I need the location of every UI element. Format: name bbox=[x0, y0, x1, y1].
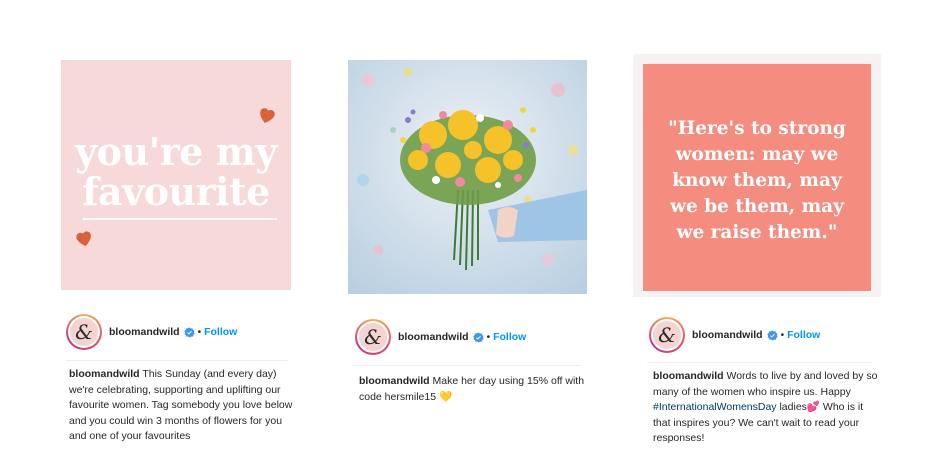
username[interactable]: bloomandwild bbox=[692, 329, 763, 341]
post-image-3[interactable]: "Here's to strong women: may we know the… bbox=[633, 54, 881, 297]
heart-icon bbox=[76, 231, 91, 247]
post-header: & bloomandwild • Follow bbox=[355, 315, 600, 359]
quote-box: "Here's to strong women: may we know the… bbox=[643, 64, 871, 291]
post-card-3: "Here's to strong women: may we know the… bbox=[633, 54, 881, 444]
post-image-1[interactable]: you're my favourite bbox=[61, 60, 291, 290]
hearts-emoji-icon: 💕 bbox=[806, 401, 820, 413]
post-card-2: & bloomandwild • Follow bloomandwild Mak… bbox=[343, 54, 588, 444]
caption-username[interactable]: bloomandwild bbox=[359, 375, 430, 387]
separator-dot: • bbox=[780, 329, 785, 341]
hashtag-link[interactable]: #InternationalWomensDay bbox=[653, 401, 777, 413]
image-headline: you're my favourite bbox=[75, 129, 277, 214]
heart-icon bbox=[260, 108, 275, 123]
post-header: & bloomandwild • Follow bbox=[649, 313, 897, 357]
caption-username[interactable]: bloomandwild bbox=[69, 368, 140, 380]
caption-username[interactable]: bloomandwild bbox=[653, 370, 724, 382]
follow-button[interactable]: Follow bbox=[493, 331, 526, 343]
post-header: & bloomandwild • Follow bbox=[66, 310, 306, 354]
headline-underline bbox=[83, 218, 277, 220]
follow-button[interactable]: Follow bbox=[204, 326, 237, 338]
verified-badge-icon bbox=[183, 326, 195, 338]
verified-badge-icon bbox=[472, 331, 484, 343]
post-card-1: you're my favourite & bloomandwild • Fol… bbox=[56, 54, 296, 444]
avatar[interactable]: & bbox=[355, 319, 391, 355]
flower-bouquet-icon bbox=[348, 60, 587, 294]
username[interactable]: bloomandwild bbox=[398, 331, 469, 343]
divider bbox=[647, 362, 872, 363]
verified-badge-icon bbox=[766, 329, 778, 341]
post-caption: bloomandwild This Sunday (and every day)… bbox=[69, 367, 294, 445]
caption-text: ladies bbox=[779, 401, 807, 413]
separator-dot: • bbox=[197, 326, 202, 338]
avatar[interactable]: & bbox=[66, 314, 102, 350]
yellow-heart-emoji-icon: 💛 bbox=[438, 390, 453, 403]
divider bbox=[353, 365, 581, 366]
divider bbox=[66, 360, 288, 361]
post-image-2[interactable] bbox=[348, 60, 587, 294]
avatar[interactable]: & bbox=[649, 317, 685, 353]
follow-button[interactable]: Follow bbox=[787, 329, 820, 341]
post-caption: bloomandwild Make her day using 15% off … bbox=[359, 374, 587, 405]
separator-dot: • bbox=[486, 331, 491, 343]
quote-text: "Here's to strong women: may we know the… bbox=[668, 118, 846, 243]
username[interactable]: bloomandwild bbox=[109, 326, 180, 338]
post-caption: bloomandwild Words to live by and loved … bbox=[653, 369, 879, 447]
